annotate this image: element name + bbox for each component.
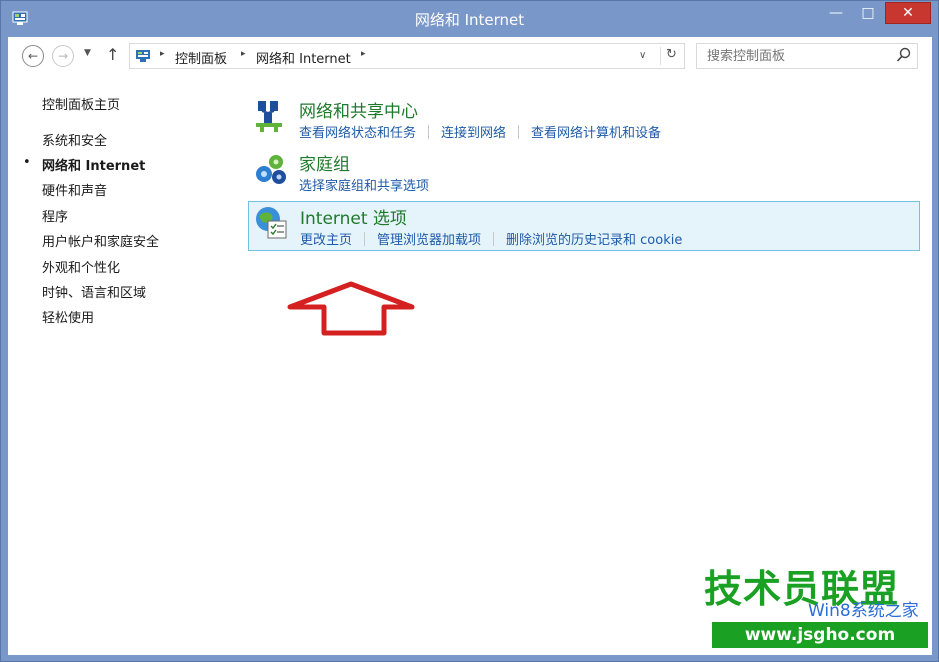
breadcrumb-separator-icon[interactable]: ▸ — [361, 49, 366, 59]
nav-ease-of-access[interactable]: 轻松使用 — [42, 307, 94, 326]
network-sharing-links: 查看网络状态和任务 连接到网络 查看网络计算机和设备 — [299, 122, 661, 141]
link-change-homepage[interactable]: 更改主页 — [300, 229, 352, 248]
minimize-button[interactable]: — — [821, 2, 851, 24]
arrow-left-icon: ← — [27, 49, 39, 63]
watermark-url: www.jsgho.com — [712, 622, 928, 648]
maximize-icon: □ — [861, 5, 875, 21]
nav-control-panel-home[interactable]: 控制面板主页 — [42, 94, 120, 113]
homegroup-icon[interactable] — [252, 150, 290, 188]
nav-programs[interactable]: 程序 — [42, 206, 68, 225]
nav-clock-language-region[interactable]: 时钟、语言和区域 — [42, 282, 146, 301]
link-view-network-computers[interactable]: 查看网络计算机和设备 — [531, 122, 661, 141]
link-choose-homegroup-options[interactable]: 选择家庭组和共享选项 — [299, 175, 429, 194]
nav-system-security[interactable]: 系统和安全 — [42, 130, 107, 149]
category-homegroup: 家庭组 选择家庭组和共享选项 — [248, 148, 920, 198]
nav-appearance[interactable]: 外观和个性化 — [42, 257, 120, 276]
annotation-arrow-up-icon — [287, 281, 415, 336]
search-input[interactable] — [696, 43, 918, 69]
breadcrumb-control-panel[interactable]: 控制面板 — [175, 48, 227, 67]
control-panel-icon — [136, 50, 150, 62]
internet-options-title[interactable]: Internet 选项 — [300, 204, 407, 229]
nav-user-accounts[interactable]: 用户帐户和家庭安全 — [42, 231, 159, 250]
nav-hardware-sound[interactable]: 硬件和声音 — [42, 180, 107, 199]
search-icon[interactable] — [896, 47, 912, 63]
link-divider — [493, 231, 495, 246]
minimize-icon: — — [829, 5, 843, 21]
link-divider — [364, 231, 366, 246]
up-button[interactable]: ↑ — [106, 45, 119, 64]
link-manage-addons[interactable]: 管理浏览器加载项 — [377, 229, 481, 248]
address-bar[interactable]: ▸ 控制面板 ▸ 网络和 Internet ▸ ∨ ↻ — [129, 43, 685, 69]
breadcrumb-separator-icon[interactable]: ▸ — [160, 49, 165, 59]
network-sharing-title[interactable]: 网络和共享中心 — [299, 97, 418, 122]
chevron-down-icon: ▼ — [84, 48, 91, 58]
navigation-bar: ← → ▼ ↑ ▸ 控制面板 ▸ 网络和 Internet ▸ ∨ ↻ 搜索控制… — [8, 37, 932, 75]
link-connect-to-network[interactable]: 连接到网络 — [441, 122, 506, 141]
close-icon: ✕ — [902, 5, 914, 21]
breadcrumb-separator-icon[interactable]: ▸ — [241, 49, 246, 59]
watermark-sub-text: Win8系统之家 — [808, 601, 919, 621]
close-button[interactable]: ✕ — [885, 2, 931, 24]
active-bullet-icon: • — [23, 155, 31, 170]
recent-locations-button[interactable]: ▼ — [84, 48, 91, 58]
arrow-right-icon: → — [57, 49, 69, 63]
category-network-sharing: 网络和共享中心 查看网络状态和任务 连接到网络 查看网络计算机和设备 — [248, 95, 920, 145]
breadcrumb-network-internet[interactable]: 网络和 Internet — [256, 48, 351, 67]
internet-options-links: 更改主页 管理浏览器加载项 删除浏览的历史记录和 cookie — [300, 229, 682, 248]
homegroup-links: 选择家庭组和共享选项 — [299, 175, 429, 194]
left-navigation-pane: 控制面板主页 系统和安全 • 网络和 Internet 硬件和声音 程序 用户帐… — [8, 75, 238, 635]
forward-button[interactable]: → — [52, 45, 74, 67]
link-view-network-status[interactable]: 查看网络状态和任务 — [299, 122, 416, 141]
refresh-icon[interactable]: ↻ — [660, 47, 682, 65]
nav-network-internet[interactable]: 网络和 Internet — [42, 155, 145, 174]
category-internet-options: Internet 选项 更改主页 管理浏览器加载项 删除浏览的历史记录和 coo… — [248, 201, 920, 251]
back-button[interactable]: ← — [22, 45, 44, 67]
link-divider — [428, 124, 430, 139]
link-divider — [518, 124, 520, 139]
address-dropdown-icon[interactable]: ∨ — [639, 50, 646, 61]
title-bar[interactable]: 网络和 Internet — □ ✕ — [1, 1, 938, 37]
arrow-up-icon: ↑ — [106, 45, 120, 64]
homegroup-title[interactable]: 家庭组 — [299, 150, 350, 175]
watermark: 技术员联盟 Win8系统之家 www.jsgho.com — [704, 558, 934, 654]
network-sharing-icon[interactable] — [252, 97, 290, 135]
link-delete-history-cookies[interactable]: 删除浏览的历史记录和 cookie — [506, 229, 682, 248]
window-title: 网络和 Internet — [414, 11, 525, 29]
internet-options-icon[interactable] — [253, 204, 291, 242]
maximize-button[interactable]: □ — [853, 2, 883, 24]
